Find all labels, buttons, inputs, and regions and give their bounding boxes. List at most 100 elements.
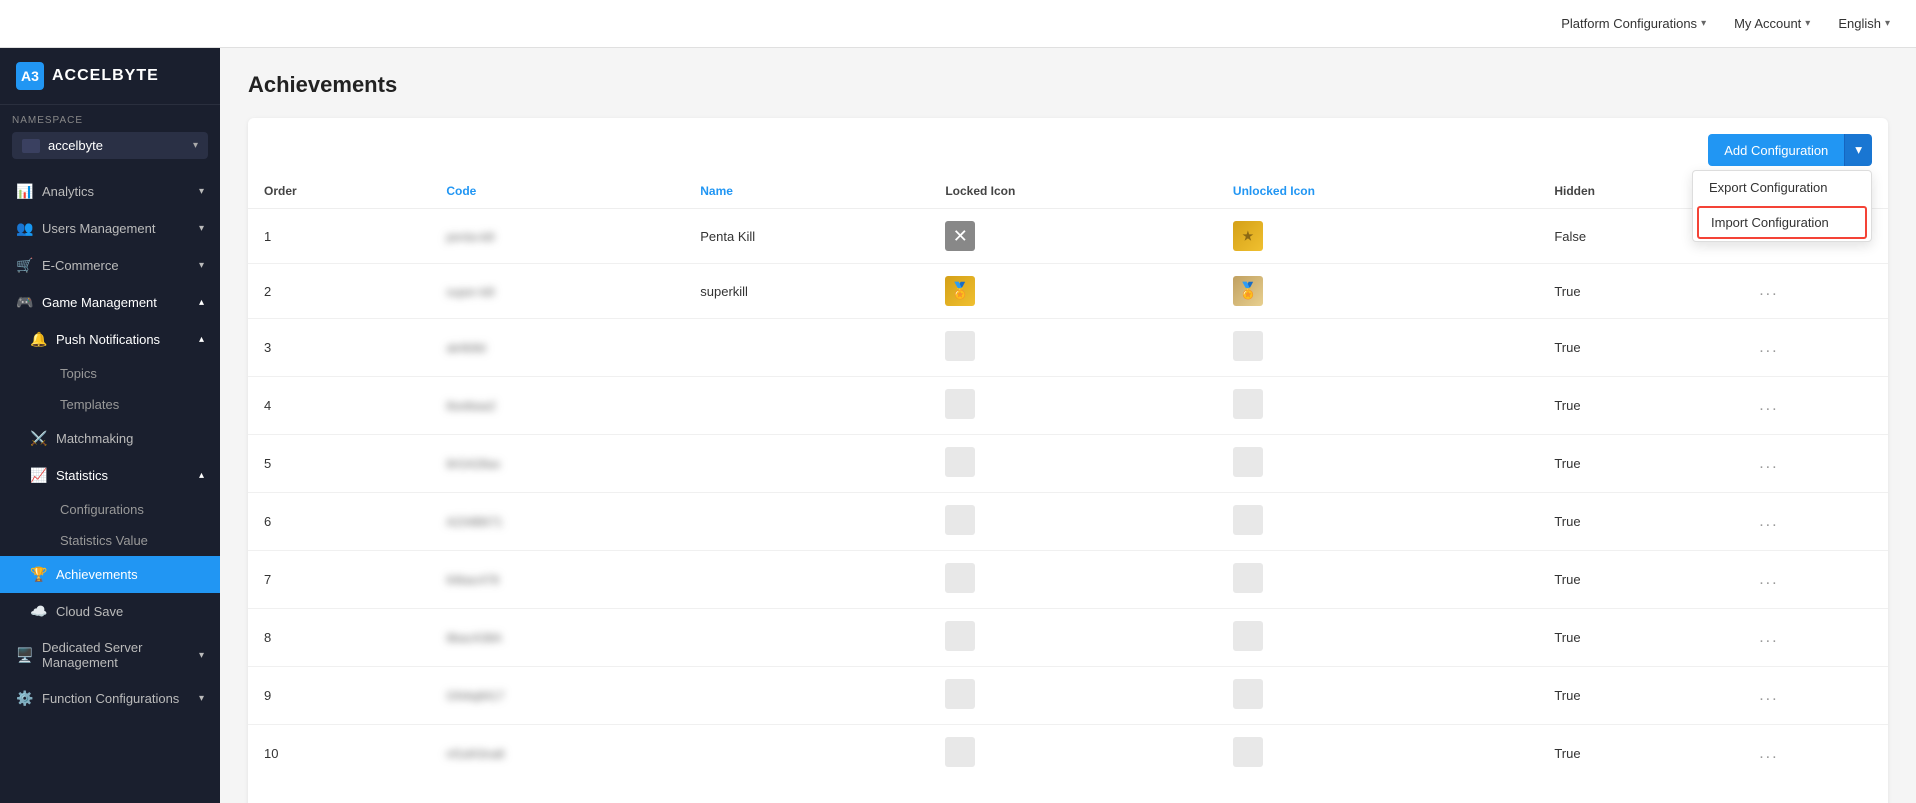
cell-order: 3 bbox=[248, 319, 430, 377]
locked-icon-empty bbox=[945, 679, 975, 709]
namespace-icon bbox=[22, 139, 40, 153]
row-actions-button[interactable]: ... bbox=[1759, 687, 1778, 704]
ecommerce-chevron: ▾ bbox=[199, 260, 204, 271]
export-configuration-item[interactable]: Export Configuration bbox=[1693, 171, 1871, 204]
cell-actions[interactable]: ... bbox=[1743, 435, 1888, 493]
row-actions-button[interactable]: ... bbox=[1759, 571, 1778, 588]
cloud-save-icon: ☁️ bbox=[30, 603, 46, 620]
cell-order: 10 bbox=[248, 725, 430, 783]
namespace-chevron: ▾ bbox=[193, 140, 198, 151]
sidebar-item-statistics[interactable]: 📈 Statistics ▴ bbox=[0, 457, 220, 494]
sidebar-item-analytics[interactable]: 📊 Analytics ▾ bbox=[0, 173, 220, 210]
col-code: Code bbox=[430, 174, 684, 209]
cell-code: 8setbaa2 bbox=[430, 377, 684, 435]
namespace-selector[interactable]: accelbyte ▾ bbox=[12, 132, 208, 159]
unlocked-icon-super: 🏅 bbox=[1233, 276, 1263, 306]
table-header: Order Code Name Locked Icon Unlocked Ico… bbox=[248, 174, 1888, 209]
pagination-last[interactable]: Last » bbox=[1128, 798, 1183, 803]
sidebar-item-statistics-value[interactable]: Statistics Value bbox=[0, 525, 220, 556]
table-header-row: Order Code Name Locked Icon Unlocked Ico… bbox=[248, 174, 1888, 209]
cell-unlocked-icon bbox=[1217, 609, 1538, 667]
pagination-prev[interactable]: ‹ Prev bbox=[1009, 798, 1064, 803]
sidebar-item-cloud-save[interactable]: ☁️ Cloud Save bbox=[0, 593, 220, 630]
cell-name bbox=[684, 319, 929, 377]
unlocked-icon-empty bbox=[1233, 679, 1263, 709]
locked-icon-empty bbox=[945, 389, 975, 419]
sidebar-item-function-config[interactable]: ⚙️ Function Configurations ▾ bbox=[0, 680, 220, 717]
code-text: 8rGA28ax bbox=[446, 457, 500, 471]
my-account-menu[interactable]: My Account ▾ bbox=[1724, 10, 1820, 37]
cell-actions[interactable]: ... bbox=[1743, 377, 1888, 435]
cell-actions[interactable]: ... bbox=[1743, 551, 1888, 609]
add-configuration-button[interactable]: Add Configuration bbox=[1708, 134, 1844, 166]
cell-actions[interactable]: ... bbox=[1743, 319, 1888, 377]
code-text: A234B671 bbox=[446, 515, 502, 529]
analytics-chevron: ▾ bbox=[199, 186, 204, 197]
row-actions-button[interactable]: ... bbox=[1759, 629, 1778, 646]
language-menu[interactable]: English ▾ bbox=[1828, 10, 1900, 37]
row-actions-button[interactable]: ... bbox=[1759, 397, 1778, 414]
locked-icon-super: 🏅 bbox=[945, 276, 975, 306]
sidebar-item-ecommerce[interactable]: 🛒 E-Commerce ▾ bbox=[0, 247, 220, 284]
row-actions-button[interactable]: ... bbox=[1759, 339, 1778, 356]
cell-unlocked-icon bbox=[1217, 435, 1538, 493]
cell-hidden: True bbox=[1538, 667, 1743, 725]
game-mgmt-icon: 🎮 bbox=[16, 294, 32, 311]
dedicated-server-icon: 🖥️ bbox=[16, 647, 32, 664]
ecommerce-icon: 🛒 bbox=[16, 257, 32, 274]
sidebar-nav: 📊 Analytics ▾ 👥 Users Management ▾ 🛒 E-C… bbox=[0, 165, 220, 803]
statistics-chevron: ▴ bbox=[199, 470, 204, 481]
pagination-next[interactable]: Next › bbox=[1068, 798, 1124, 803]
row-actions-button[interactable]: ... bbox=[1759, 282, 1778, 299]
table-row: 6A234B671True... bbox=[248, 493, 1888, 551]
unlocked-icon-empty bbox=[1233, 737, 1263, 767]
row-actions-button[interactable]: ... bbox=[1759, 745, 1778, 762]
templates-label: Templates bbox=[60, 397, 119, 412]
cell-actions[interactable]: ... bbox=[1743, 264, 1888, 319]
statistics-value-label: Statistics Value bbox=[60, 533, 148, 548]
sidebar-item-game-management[interactable]: 🎮 Game Management ▴ bbox=[0, 284, 220, 321]
cell-hidden: True bbox=[1538, 609, 1743, 667]
platform-config-menu[interactable]: Platform Configurations ▾ bbox=[1551, 10, 1716, 37]
cell-unlocked-icon bbox=[1217, 667, 1538, 725]
sidebar-item-push-notifications[interactable]: 🔔 Push Notifications ▴ bbox=[0, 321, 220, 358]
unlocked-icon-empty bbox=[1233, 505, 1263, 535]
sidebar-item-topics[interactable]: Topics bbox=[0, 358, 220, 389]
achievements-table-card: Add Configuration ▾ Export Configuration… bbox=[248, 118, 1888, 803]
push-notif-icon: 🔔 bbox=[30, 331, 46, 348]
row-actions-button[interactable]: ... bbox=[1759, 513, 1778, 530]
locked-icon-empty bbox=[945, 505, 975, 535]
cell-order: 7 bbox=[248, 551, 430, 609]
row-actions-button[interactable]: ... bbox=[1759, 455, 1778, 472]
col-order: Order bbox=[248, 174, 430, 209]
sidebar-item-matchmaking[interactable]: ⚔️ Matchmaking bbox=[0, 420, 220, 457]
sidebar-item-users-management[interactable]: 👥 Users Management ▾ bbox=[0, 210, 220, 247]
import-configuration-item[interactable]: Import Configuration bbox=[1697, 206, 1867, 239]
cell-code: GN4q8417 bbox=[430, 667, 684, 725]
cell-actions[interactable]: ... bbox=[1743, 493, 1888, 551]
col-locked-icon: Locked Icon bbox=[929, 174, 1217, 209]
cell-code: nf1dA3na8 bbox=[430, 725, 684, 783]
add-configuration-dropdown-button[interactable]: ▾ bbox=[1844, 134, 1872, 166]
sidebar-item-achievements[interactable]: 🏆 Achievements bbox=[0, 556, 220, 593]
platform-config-chevron: ▾ bbox=[1701, 18, 1706, 29]
function-config-chevron: ▾ bbox=[199, 693, 204, 704]
language-label: English bbox=[1838, 16, 1881, 31]
code-text: nf1dA3na8 bbox=[446, 747, 504, 761]
cell-actions[interactable]: ... bbox=[1743, 609, 1888, 667]
game-mgmt-label: Game Management bbox=[42, 295, 157, 310]
cell-order: 4 bbox=[248, 377, 430, 435]
pagination-first[interactable]: «First bbox=[953, 798, 1006, 803]
sidebar-item-templates[interactable]: Templates bbox=[0, 389, 220, 420]
cell-unlocked-icon bbox=[1217, 377, 1538, 435]
dedicated-server-chevron: ▾ bbox=[199, 650, 204, 661]
sidebar-item-dedicated-server[interactable]: 🖥️ Dedicated Server Management ▾ bbox=[0, 630, 220, 680]
sidebar-item-configurations[interactable]: Configurations bbox=[0, 494, 220, 525]
cell-name bbox=[684, 551, 929, 609]
cell-actions[interactable]: ... bbox=[1743, 667, 1888, 725]
cell-locked-icon bbox=[929, 667, 1217, 725]
cell-actions[interactable]: ... bbox=[1743, 725, 1888, 783]
table-row: 88bacA38ATrue... bbox=[248, 609, 1888, 667]
table-actions: Add Configuration ▾ Export Configuration… bbox=[248, 118, 1888, 174]
code-text: 8bacA38A bbox=[446, 631, 501, 645]
